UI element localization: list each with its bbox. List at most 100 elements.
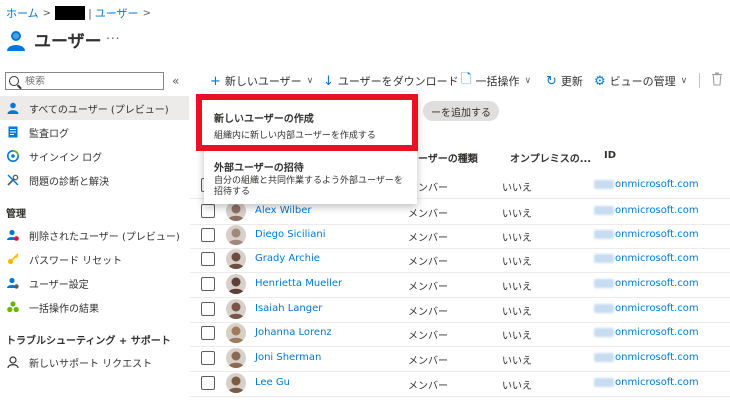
user-name-link[interactable]: Johanna Lorenz: [255, 327, 332, 338]
onprem-sync: いいえ: [502, 307, 532, 318]
section-header-support: トラブルシューティング + サポート: [6, 336, 171, 347]
row-checkbox[interactable]: [201, 376, 215, 390]
user-principal-name[interactable]: onmicrosoft.com: [594, 205, 699, 216]
user-principal-name[interactable]: onmicrosoft.com: [594, 377, 699, 388]
sidebar-item-deleted-users[interactable]: 削除されたユーザー (プレビュー): [0, 223, 189, 247]
user-type: メンバー: [408, 381, 448, 392]
breadcrumb-home[interactable]: ホーム: [6, 5, 39, 21]
manage-view-button[interactable]: ⚙ ビューの管理 ∨: [594, 72, 687, 90]
sidebar-item-new-support-request[interactable]: 新しいサポート リクエスト: [0, 350, 189, 374]
bulk-operations-button[interactable]: 🗋 一括操作 ∨: [461, 72, 531, 90]
user-id-domain: onmicrosoft.com: [615, 229, 699, 240]
user-principal-name[interactable]: onmicrosoft.com: [594, 352, 699, 363]
manage-view-label: ビューの管理: [609, 75, 676, 88]
user-name-link[interactable]: Lee Gu: [255, 377, 290, 388]
user-type: メンバー: [408, 233, 448, 244]
page-title: ユーザー: [34, 32, 102, 52]
user-name-link[interactable]: Alex Wilber: [255, 205, 312, 216]
redacted-prefix: [594, 327, 614, 337]
document-icon: 🗋: [461, 72, 472, 87]
refresh-button[interactable]: ↻ 更新: [546, 72, 583, 90]
row-checkbox[interactable]: [201, 326, 215, 340]
row-checkbox[interactable]: [201, 228, 215, 242]
sidebar-item-bulk-results[interactable]: 一括操作の結果: [0, 295, 189, 319]
row-checkbox[interactable]: [201, 252, 215, 266]
column-header-id[interactable]: ID: [604, 150, 616, 161]
add-filter-button[interactable]: ーを追加する: [423, 101, 499, 121]
sidebar-item-label: 新しいサポート リクエスト: [29, 358, 153, 370]
user-principal-name[interactable]: onmicrosoft.com: [594, 179, 699, 190]
user-principal-name[interactable]: onmicrosoft.com: [594, 278, 699, 289]
invite-external-user-item[interactable]: 外部ユーザーの招待 自分の組織と共同作業するよう外部ユーザーを 招待する: [214, 159, 414, 198]
chevron-right-icon: >: [142, 7, 151, 19]
user-type: メンバー: [408, 307, 448, 318]
sidebar-item-signin-log[interactable]: サインイン ログ: [0, 144, 189, 168]
refresh-icon: ↻: [546, 73, 557, 89]
onprem-sync: いいえ: [502, 282, 532, 293]
user-name-link[interactable]: Grady Archie: [255, 253, 320, 264]
table-row[interactable]: Johanna Lorenz メンバー いいえ onmicrosoft.com: [190, 320, 730, 347]
sidebar-item-label: 監査ログ: [29, 128, 69, 140]
table-row[interactable]: Joni Sherman メンバー いいえ onmicrosoft.com: [190, 345, 730, 372]
new-user-button[interactable]: + 新しいユーザー ∨: [210, 72, 313, 90]
table-row[interactable]: Henrietta Mueller メンバー いいえ onmicrosoft.com: [190, 271, 730, 298]
users-icon: [7, 31, 25, 51]
user-name-link[interactable]: Diego Siciliani: [255, 229, 325, 240]
user-principal-name[interactable]: onmicrosoft.com: [594, 303, 699, 314]
user-id-domain: onmicrosoft.com: [615, 377, 699, 388]
refresh-label: 更新: [560, 75, 583, 88]
table-row[interactable]: Grady Archie メンバー いいえ onmicrosoft.com: [190, 246, 730, 273]
breadcrumb: ホーム > | ユーザー >: [6, 5, 155, 21]
row-checkbox[interactable]: [201, 351, 215, 365]
table-row[interactable]: Diego Siciliani メンバー いいえ onmicrosoft.com: [190, 222, 730, 249]
sidebar-item-audit-log[interactable]: 監査ログ: [0, 120, 189, 144]
new-user-label: 新しいユーザー: [224, 75, 302, 88]
column-header-user-type[interactable]: ーザーの種類: [418, 150, 478, 165]
signin-log-icon: [7, 150, 19, 162]
wrench-icon: [7, 174, 19, 186]
row-checkbox[interactable]: [201, 302, 215, 316]
sidebar-item-label: ユーザー設定: [29, 279, 89, 291]
user-icon: [7, 102, 19, 114]
redacted-prefix: [594, 229, 614, 239]
onprem-sync: いいえ: [502, 331, 532, 342]
more-options-icon[interactable]: ...: [106, 28, 120, 42]
table-row[interactable]: Isaiah Langer メンバー いいえ onmicrosoft.com: [190, 296, 730, 323]
sidebar-item-user-settings[interactable]: ユーザー設定: [0, 271, 189, 295]
download-users-button[interactable]: ↓ ユーザーをダウンロード: [323, 72, 459, 90]
redacted-prefix: [594, 352, 614, 362]
user-id-domain: onmicrosoft.com: [615, 278, 699, 289]
row-checkbox[interactable]: [201, 204, 215, 218]
onprem-sync: いいえ: [502, 183, 532, 194]
user-principal-name[interactable]: onmicrosoft.com: [594, 229, 699, 240]
column-header-onprem[interactable]: オンプレミスの...: [510, 150, 591, 165]
user-id-domain: onmicrosoft.com: [615, 205, 699, 216]
trash-icon[interactable]: [711, 72, 723, 86]
sidebar-item-label: 一括操作の結果: [29, 303, 99, 315]
row-checkbox[interactable]: [201, 277, 215, 291]
invite-external-user-title: 外部ユーザーの招待: [214, 163, 304, 174]
sidebar-item-label: サインイン ログ: [29, 152, 103, 164]
redacted-prefix: [594, 205, 614, 215]
user-principal-name[interactable]: onmicrosoft.com: [594, 253, 699, 264]
sidebar-item-all-users[interactable]: すべてのユーザー (プレビュー): [0, 96, 189, 120]
table-row[interactable]: Lee Gu メンバー いいえ onmicrosoft.com: [190, 370, 730, 397]
user-id-domain: onmicrosoft.com: [615, 303, 699, 314]
sidebar-search[interactable]: [5, 72, 164, 90]
user-name-link[interactable]: Joni Sherman: [255, 352, 321, 363]
user-name-link[interactable]: Henrietta Mueller: [255, 278, 342, 289]
download-icon: ↓: [323, 73, 334, 89]
sidebar-item-label: すべてのユーザー (プレビュー): [29, 104, 169, 116]
breadcrumb-users[interactable]: ユーザー: [95, 5, 139, 21]
collapse-sidebar-icon[interactable]: «: [172, 74, 179, 88]
create-new-user-item[interactable]: 新しいユーザーの作成 組織内に新しい内部ユーザーを作成する: [196, 94, 418, 151]
redacted-tenant-name: [55, 6, 86, 20]
sidebar-item-diagnose[interactable]: 問題の診断と解決: [0, 168, 189, 192]
sidebar-search-input[interactable]: [25, 75, 155, 87]
onprem-sync: いいえ: [502, 381, 532, 392]
support-icon: [7, 356, 19, 368]
user-name-link[interactable]: Isaiah Langer: [255, 303, 322, 314]
sidebar-item-password-reset[interactable]: パスワード リセット: [0, 247, 189, 271]
chevron-down-icon: ∨: [524, 76, 532, 86]
user-principal-name[interactable]: onmicrosoft.com: [594, 327, 699, 338]
